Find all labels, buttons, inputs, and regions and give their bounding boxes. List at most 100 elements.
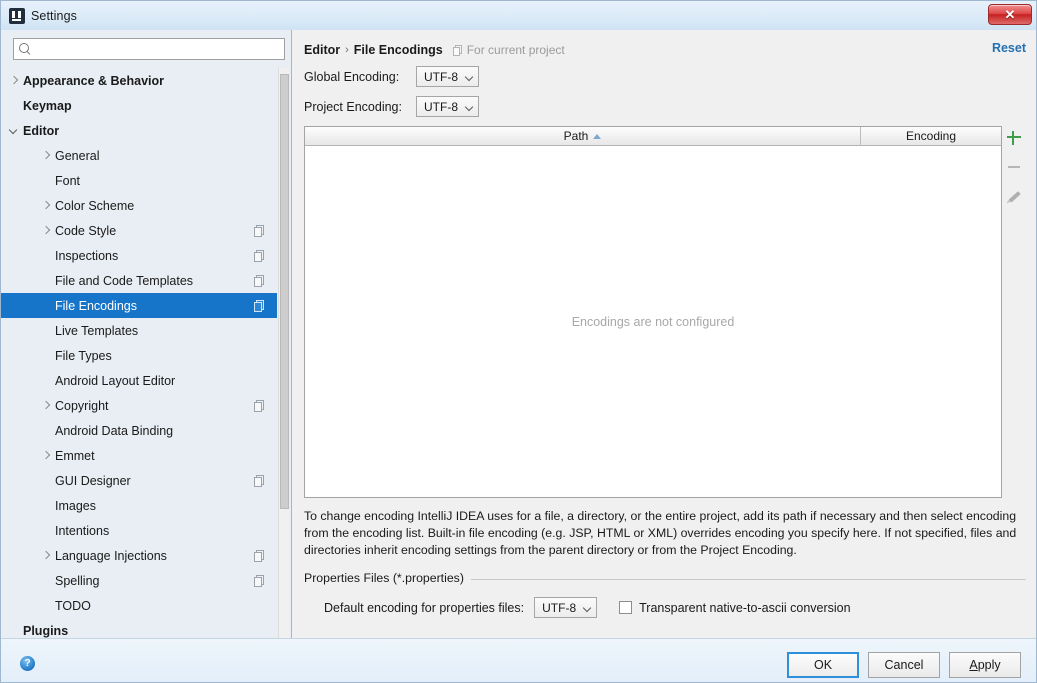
settings-sidebar: Appearance & Behavior Keymap Editor General… — [1, 30, 292, 638]
add-encoding-button[interactable] — [1004, 128, 1024, 148]
close-button[interactable]: ✕ — [988, 4, 1032, 25]
transparent-conversion-label: Transparent native-to-ascii conversion — [639, 600, 851, 615]
dialog-footer: ? OK Cancel Apply — [1, 638, 1036, 682]
chevron-right-icon[interactable] — [41, 201, 51, 211]
remove-encoding-button — [1004, 157, 1024, 177]
sidebar-item-android-data-binding[interactable]: Android Data Binding — [1, 418, 277, 443]
sidebar-item-label: File Types — [55, 348, 112, 363]
table-header-row: Path Encoding — [305, 127, 1001, 146]
project-scope-icon — [254, 399, 265, 412]
chevron-down-icon — [583, 604, 591, 612]
sidebar-item-label: Editor — [23, 123, 60, 138]
transparent-conversion-checkbox[interactable]: Transparent native-to-ascii conversion — [619, 600, 851, 615]
sidebar-item-images[interactable]: Images — [1, 493, 277, 518]
sidebar-item-label: Keymap — [23, 98, 72, 113]
project-encoding-select[interactable]: UTF-8 — [416, 96, 479, 117]
sidebar-item-language-injections[interactable]: Language Injections — [1, 543, 277, 568]
sidebar-item-label: Intentions — [55, 523, 110, 538]
sort-ascending-icon — [593, 133, 602, 139]
sidebar-item-label: General — [55, 148, 100, 163]
sidebar-item-file-types[interactable]: File Types — [1, 343, 277, 368]
sidebar-item-label: Color Scheme — [55, 198, 135, 213]
sidebar-item-editor[interactable]: Editor — [1, 118, 277, 143]
sidebar-item-code-style[interactable]: Code Style — [1, 218, 277, 243]
sidebar-item-color-scheme[interactable]: Color Scheme — [1, 193, 277, 218]
breadcrumb-parent[interactable]: Editor — [304, 43, 340, 57]
help-button[interactable]: ? — [20, 656, 35, 671]
chevron-right-icon[interactable] — [41, 226, 51, 236]
sidebar-item-plugins[interactable]: Plugins — [1, 618, 277, 638]
global-encoding-select[interactable]: UTF-8 — [416, 66, 479, 87]
chevron-right-icon[interactable] — [9, 76, 19, 86]
sidebar-item-label: File Encodings — [55, 298, 137, 313]
sidebar-item-intentions[interactable]: Intentions — [1, 518, 277, 543]
sidebar-item-appearance-behavior[interactable]: Appearance & Behavior — [1, 68, 277, 93]
search-box[interactable] — [13, 38, 285, 60]
ok-button[interactable]: OK — [787, 652, 859, 678]
sidebar-scrollbar-track[interactable] — [278, 68, 289, 638]
chevron-right-icon[interactable] — [41, 551, 51, 561]
title-bar: Settings ✕ — [1, 1, 1036, 30]
sidebar-item-file-and-code-templates[interactable]: File and Code Templates — [1, 268, 277, 293]
chevron-right-icon[interactable] — [41, 451, 51, 461]
chevron-down-icon[interactable] — [9, 126, 19, 136]
global-encoding-value: UTF-8 — [424, 69, 458, 84]
project-encoding-value: UTF-8 — [424, 99, 458, 114]
table-toolbar — [1002, 126, 1026, 498]
properties-group-title: Properties Files (*.properties) — [304, 571, 471, 585]
chevron-right-icon[interactable] — [41, 151, 51, 161]
sidebar-item-inspections[interactable]: Inspections — [1, 243, 277, 268]
sidebar-item-live-templates[interactable]: Live Templates — [1, 318, 277, 343]
encodings-table-area: Path Encoding Encodings are not configur… — [304, 126, 1026, 498]
sidebar-item-label: Appearance & Behavior — [23, 73, 165, 88]
sidebar-item-copyright[interactable]: Copyright — [1, 393, 277, 418]
search-input[interactable] — [35, 40, 284, 58]
window-content: Appearance & Behavior Keymap Editor General… — [1, 30, 1036, 638]
properties-group-body: Default encoding for properties files: U… — [304, 597, 1026, 618]
project-scope-icon — [254, 574, 265, 587]
table-empty-message: Encodings are not configured — [571, 314, 735, 329]
sidebar-item-label: Emmet — [55, 448, 95, 463]
column-header-path[interactable]: Path — [305, 127, 861, 146]
global-encoding-row: Global Encoding: UTF-8 — [304, 63, 1026, 90]
sidebar-item-label: Plugins — [23, 623, 69, 638]
reset-link[interactable]: Reset — [992, 41, 1026, 55]
apply-button[interactable]: Apply — [949, 652, 1021, 678]
sidebar-item-todo[interactable]: TODO — [1, 593, 277, 618]
column-header-encoding-label: Encoding — [905, 129, 957, 143]
scope-note: For current project — [452, 43, 565, 57]
chevron-down-icon — [465, 73, 473, 81]
sidebar-item-general[interactable]: General — [1, 143, 277, 168]
close-icon: ✕ — [1004, 7, 1016, 22]
sidebar-item-spelling[interactable]: Spelling — [1, 568, 277, 593]
breadcrumb-separator: › — [345, 44, 349, 56]
sidebar-item-keymap[interactable]: Keymap — [1, 93, 277, 118]
column-header-path-label: Path — [563, 129, 589, 143]
search-icon — [19, 43, 31, 55]
cancel-button[interactable]: Cancel — [868, 652, 940, 678]
sidebar-scrollbar-thumb[interactable] — [280, 74, 289, 509]
sidebar-item-gui-designer[interactable]: GUI Designer — [1, 468, 277, 493]
sidebar-item-label: Android Data Binding — [55, 423, 174, 438]
chevron-right-icon[interactable] — [41, 401, 51, 411]
sidebar-item-label: Font — [55, 173, 81, 188]
sidebar-item-file-encodings[interactable]: File Encodings — [1, 293, 277, 318]
window-title: Settings — [31, 8, 77, 23]
breadcrumb-current: File Encodings — [353, 43, 443, 57]
sidebar-item-label: Live Templates — [55, 323, 139, 338]
breadcrumb: Editor › File Encodings For current proj… — [304, 40, 1026, 60]
project-scope-icon — [254, 549, 265, 562]
sidebar-item-android-layout-editor[interactable]: Android Layout Editor — [1, 368, 277, 393]
table-body[interactable]: Encodings are not configured — [305, 146, 1001, 497]
sidebar-item-font[interactable]: Font — [1, 168, 277, 193]
project-encoding-label: Project Encoding: — [304, 99, 402, 114]
properties-files-group: Properties Files (*.properties) Default … — [304, 571, 1026, 618]
column-header-encoding[interactable]: Encoding — [861, 127, 1001, 146]
default-properties-encoding-select[interactable]: UTF-8 — [534, 597, 598, 618]
sidebar-item-label: Images — [55, 498, 96, 513]
global-encoding-label: Global Encoding: — [304, 69, 400, 84]
description-text: To change encoding IntelliJ IDEA uses fo… — [304, 509, 1017, 557]
project-encoding-row: Project Encoding: UTF-8 — [304, 93, 1026, 120]
sidebar-item-emmet[interactable]: Emmet — [1, 443, 277, 468]
default-properties-encoding-value: UTF-8 — [542, 600, 577, 615]
